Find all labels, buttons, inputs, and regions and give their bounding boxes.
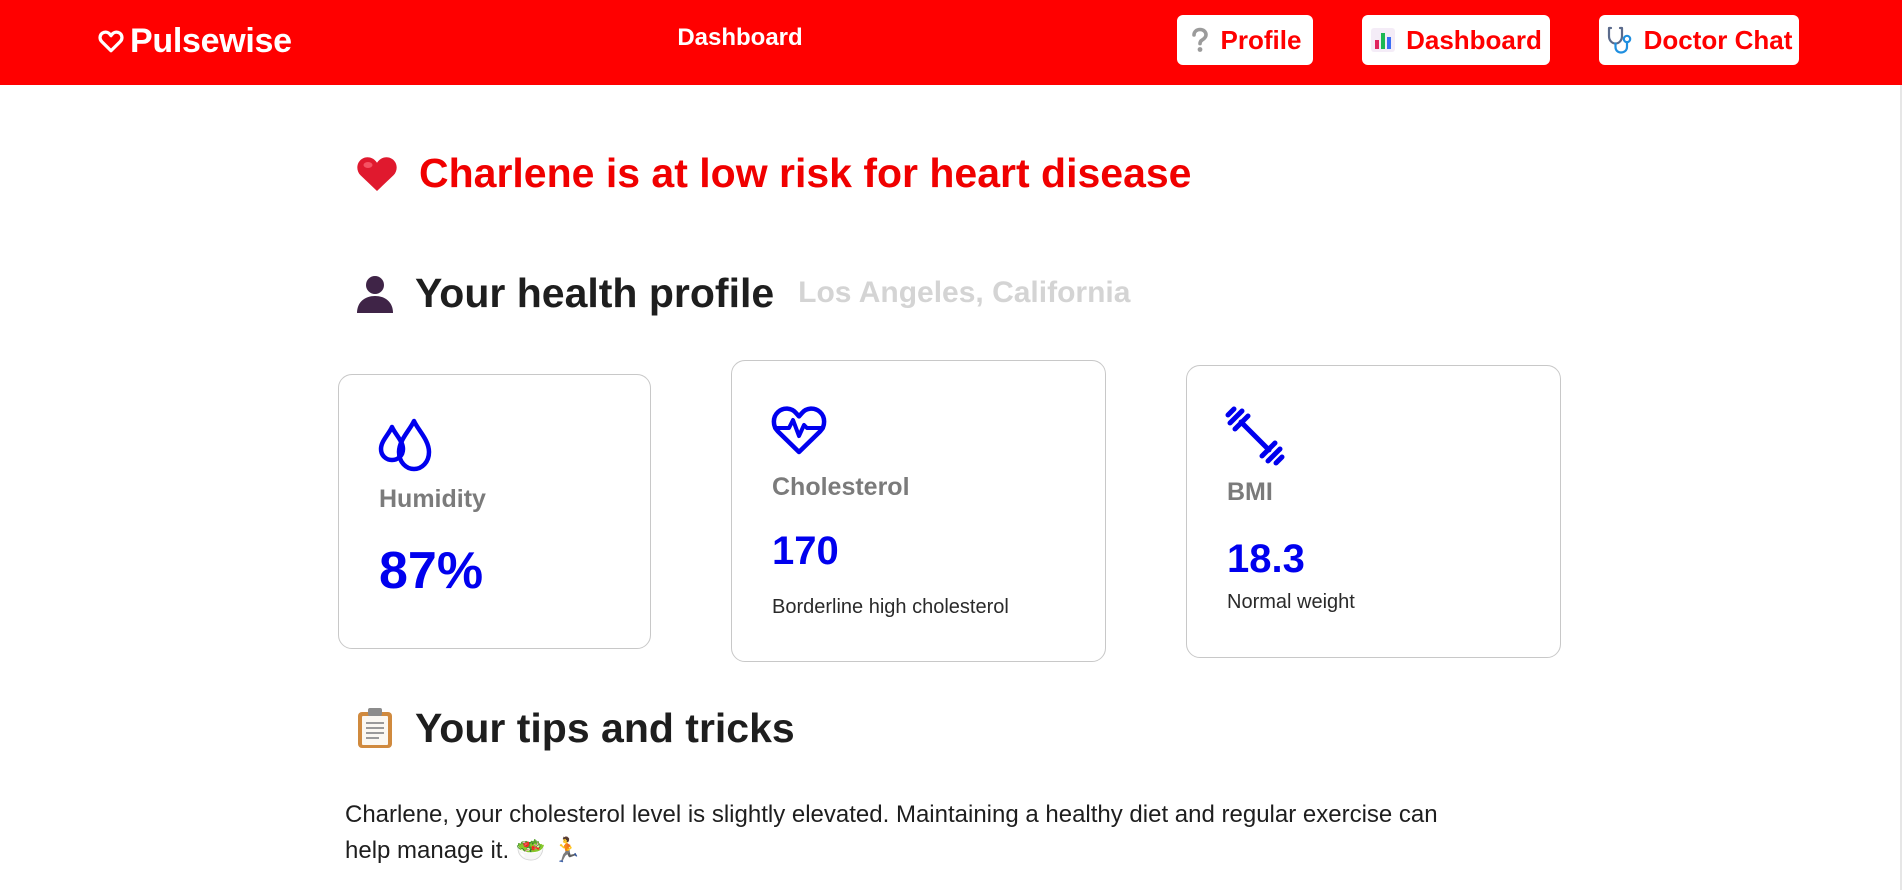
heart-pulse-icon — [770, 403, 828, 462]
dashboard-button[interactable]: Dashboard — [1362, 15, 1550, 65]
brand-logo[interactable]: Pulsewise — [98, 20, 292, 62]
clipboard-icon — [355, 706, 395, 750]
tip-emojis: 🥗 🏃 — [515, 837, 583, 864]
tips-heading: Your tips and tricks — [355, 701, 795, 755]
stethoscope-icon — [1606, 25, 1634, 55]
person-silhouette-icon — [355, 272, 395, 314]
health-profile-title: Your health profile — [415, 269, 775, 316]
cholesterol-label: Cholesterol — [772, 473, 910, 501]
heart-outline-icon — [98, 30, 124, 53]
humidity-value: 87% — [379, 542, 484, 600]
risk-headline-text: Charlene is at low risk for heart diseas… — [419, 149, 1192, 196]
profile-button-label: Profile — [1220, 24, 1302, 55]
doctor-chat-button[interactable]: Doctor Chat — [1599, 15, 1799, 65]
bmi-note: Normal weight — [1227, 591, 1355, 613]
health-profile-heading: Your health profile Los Angeles, Califor… — [355, 266, 1130, 320]
droplets-icon — [377, 417, 435, 480]
cholesterol-note: Borderline high cholesterol — [772, 596, 1009, 618]
profile-button[interactable]: Profile — [1177, 15, 1313, 65]
page-title: Dashboard — [677, 24, 803, 51]
doctor-chat-button-label: Doctor Chat — [1643, 24, 1793, 55]
dashboard-button-label: Dashboard — [1406, 24, 1542, 55]
cholesterol-card: Cholesterol 170 Borderline high choleste… — [731, 360, 1106, 662]
cholesterol-value: 170 — [772, 529, 839, 573]
question-mark-icon — [1189, 26, 1211, 54]
bmi-card: BMI 18.3 Normal weight — [1186, 365, 1561, 658]
dumbbell-icon — [1225, 406, 1285, 471]
humidity-label: Humidity — [379, 485, 486, 513]
brand-name: Pulsewise — [130, 21, 292, 60]
red-heart-icon — [355, 153, 399, 193]
tips-title: Your tips and tricks — [415, 704, 795, 751]
humidity-card: Humidity 87% — [338, 374, 651, 649]
bmi-label: BMI — [1227, 478, 1273, 506]
top-navbar: Pulsewise Dashboard Profile Dashboard Do… — [0, 0, 1902, 85]
bmi-value: 18.3 — [1227, 537, 1305, 581]
tip-body: Charlene, your cholesterol level is slig… — [345, 801, 1438, 864]
risk-headline: Charlene is at low risk for heart diseas… — [355, 148, 1191, 198]
tip-text: Charlene, your cholesterol level is slig… — [345, 797, 1455, 869]
bar-chart-icon — [1370, 27, 1396, 53]
location-text: Los Angeles, California — [798, 276, 1131, 309]
